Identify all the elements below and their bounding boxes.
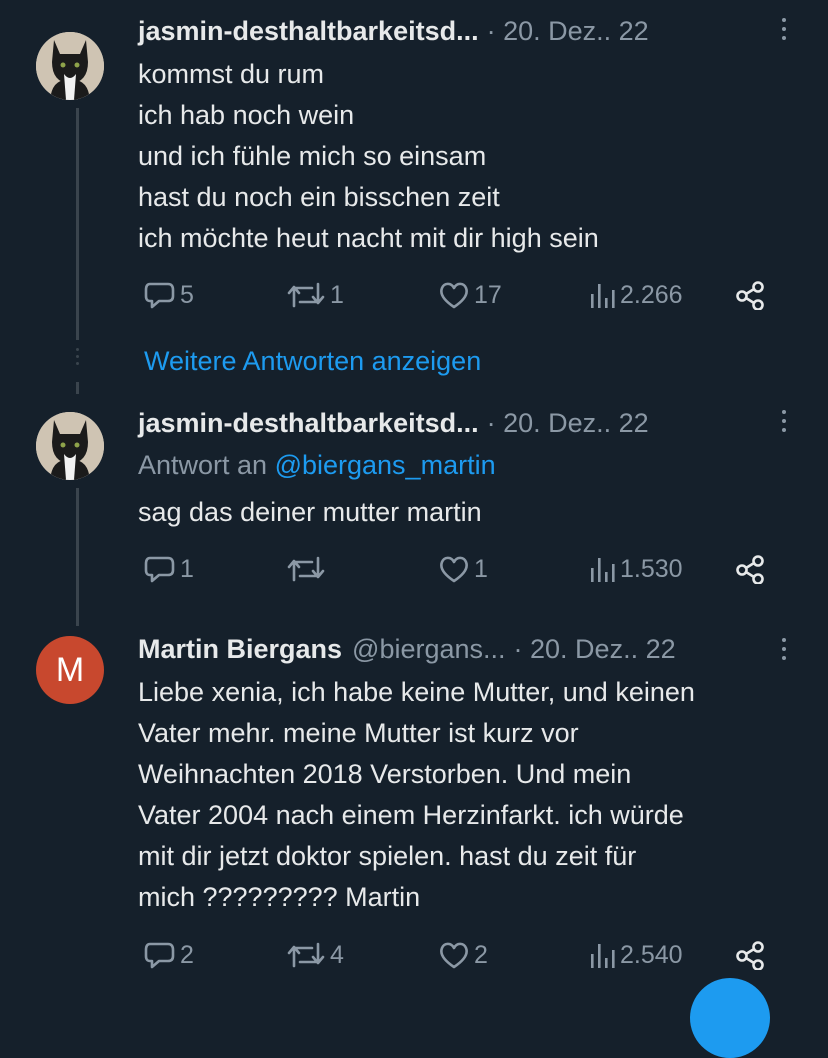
retweet-count: 4 [330,940,344,969]
tweet-date[interactable]: · 20. Dez.. 22 [487,408,649,439]
avatar-letter[interactable]: M [36,636,104,704]
display-name[interactable]: Martin Biergans [138,634,342,665]
share-icon [736,555,764,584]
views-button[interactable]: 2.540 [588,940,683,970]
avatar-cat[interactable] [36,32,104,100]
views-count: 1.530 [620,554,683,583]
cat-avatar-icon [36,32,104,100]
views-button[interactable]: 1.530 [588,554,683,584]
more-icon[interactable] [780,18,788,45]
like-icon [440,556,468,583]
tweet-date[interactable]: · 20. Dez.. 22 [514,634,676,665]
retweet-icon [287,942,325,968]
share-button[interactable] [734,940,766,970]
tweet-line: ich möchte heut nacht mit dir high sein [138,223,599,253]
reply-to-label: Antwort an [138,450,275,480]
more-icon[interactable] [780,638,788,665]
cat-avatar-icon [36,412,104,480]
share-button[interactable] [734,554,766,584]
reply-icon [144,556,175,583]
like-button[interactable]: 2 [438,940,488,970]
tweet-line: mit dir jetzt doktor spielen. hast du ze… [138,841,637,871]
like-icon [440,942,468,969]
views-icon [591,284,615,308]
like-button[interactable]: 17 [438,280,502,310]
share-icon [736,941,764,970]
tweet-1[interactable]: jasmin-desthaltbarkeitsd... · 20. Dez.. … [0,0,828,340]
reply-button[interactable]: 5 [144,280,194,310]
action-bar: 1 1 1.530 [138,554,778,590]
tweet-3[interactable]: M Martin Biergans @biergans... · 20. Dez… [0,626,828,992]
views-icon [591,944,615,968]
views-count: 2.266 [620,280,683,309]
tweet-line: mich ????????? Martin [138,882,421,912]
tweet-line: kommst du rum [138,59,325,89]
like-count: 1 [474,554,488,583]
tweet-header: jasmin-desthaltbarkeitsd... · 20. Dez.. … [138,408,649,439]
tweet-line: Liebe xenia, ich habe keine Mutter, und … [138,677,695,707]
tweet-line: hast du noch ein bisschen zeit [138,182,500,212]
views-button[interactable]: 2.266 [588,280,683,310]
display-name[interactable]: jasmin-desthaltbarkeitsd... [138,16,479,47]
retweet-count: 1 [330,280,344,309]
tweet-text: kommst du rum ich hab noch wein und ich … [138,54,798,259]
tweet-line: Vater 2004 nach einem Herzinfarkt. ich w… [138,800,684,830]
mention-link[interactable]: @biergans_martin [275,450,496,480]
tweet-2[interactable]: jasmin-desthaltbarkeitsd... · 20. Dez.. … [0,394,828,626]
tweet-line: Vater mehr. meine Mutter ist kurz vor [138,718,579,748]
retweet-button[interactable]: 4 [286,940,344,970]
avatar-initial: M [55,650,85,689]
reply-icon [144,942,175,969]
reply-count: 1 [180,554,194,583]
share-button[interactable] [734,280,766,310]
thread-dots [70,348,84,369]
tweet-text: Liebe xenia, ich habe keine Mutter, und … [138,672,798,918]
reply-count: 2 [180,940,194,969]
tweet-line: ich hab noch wein [138,100,355,130]
like-icon [440,282,468,309]
thread-line [76,488,79,626]
reply-count: 5 [180,280,194,309]
action-bar: 2 4 2 2.540 [138,940,778,976]
display-name[interactable]: jasmin-desthaltbarkeitsd... [138,408,479,439]
reply-to-line: Antwort an @biergans_martin [138,450,496,481]
tweet-header: jasmin-desthaltbarkeitsd... · 20. Dez.. … [138,16,649,47]
tweet-line: sag das deiner mutter martin [138,497,482,527]
more-icon[interactable] [780,410,788,437]
like-button[interactable]: 1 [438,554,488,584]
compose-button[interactable] [690,978,770,1058]
retweet-icon [287,556,325,582]
tweet-text: sag das deiner mutter martin [138,492,798,533]
avatar-cat[interactable] [36,412,104,480]
retweet-button[interactable]: 1 [286,280,344,310]
retweet-icon [287,282,325,308]
share-icon [736,281,764,310]
tweet-line: und ich fühle mich so einsam [138,141,487,171]
reply-icon [144,282,175,309]
tweet-header: Martin Biergans @biergans... · 20. Dez..… [138,634,676,665]
thread-line [76,108,79,340]
views-count: 2.540 [620,940,683,969]
like-count: 2 [474,940,488,969]
like-count: 17 [474,280,502,309]
views-icon [591,558,615,582]
thread-line [76,382,79,394]
reply-button[interactable]: 1 [144,554,194,584]
reply-button[interactable]: 2 [144,940,194,970]
action-bar: 5 1 17 2.266 [138,280,778,316]
user-handle[interactable]: @biergans... [352,634,505,665]
tweet-line: Weihnachten 2018 Verstorben. Und mein [138,759,632,789]
show-more-replies-link[interactable]: Weitere Antworten anzeigen [144,346,481,377]
tweet-date[interactable]: · 20. Dez.. 22 [487,16,649,47]
retweet-button[interactable] [286,554,330,584]
